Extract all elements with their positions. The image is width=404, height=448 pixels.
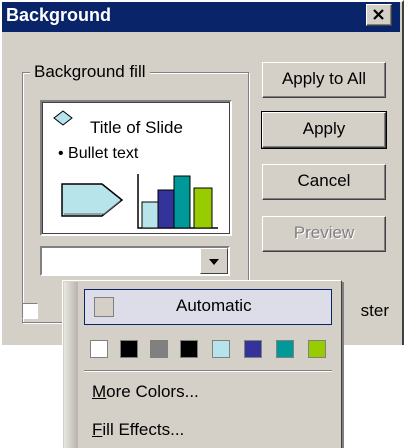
preview-bullet-label: Bullet text (68, 145, 139, 162)
arrow-shape-icon (61, 183, 124, 217)
preview-button[interactable]: Preview (262, 216, 386, 252)
more-colors-accel: M (92, 382, 107, 401)
diamond-icon (53, 110, 73, 126)
omit-master-checkbox[interactable] (22, 303, 38, 319)
fill-effects-item[interactable]: Fill Effects... (92, 420, 184, 440)
menu-separator (84, 370, 332, 372)
color-swatch-lime[interactable] (308, 340, 326, 358)
close-icon (373, 9, 384, 20)
bar-chart-icon (137, 174, 218, 229)
close-button[interactable] (366, 4, 392, 26)
color-swatch-white[interactable] (90, 340, 108, 358)
color-swatch-black-2[interactable] (180, 340, 198, 358)
group-label: Background fill (30, 62, 150, 82)
color-swatch-light-teal[interactable] (212, 340, 230, 358)
more-colors-item[interactable]: More Colors... (92, 382, 199, 402)
preview-title: Title of Slide (90, 118, 183, 137)
dialog-title: Background (6, 5, 112, 25)
color-swatch-black[interactable] (120, 340, 138, 358)
cancel-button[interactable]: Cancel (262, 164, 386, 200)
automatic-label: Automatic (176, 296, 252, 315)
automatic-swatch (94, 297, 114, 317)
combobox-dropdown-button[interactable] (200, 248, 228, 274)
more-colors-label: ore Colors... (106, 382, 199, 401)
preview-bullet-text: • Bullet text (58, 145, 139, 162)
chevron-down-icon (209, 259, 219, 265)
apply-button[interactable]: Apply (261, 111, 387, 149)
checkbox-label: ster (360, 301, 389, 320)
apply-to-all-button[interactable]: Apply to All (262, 62, 386, 98)
color-swatch-teal[interactable] (276, 340, 294, 358)
menu-side-strip (64, 282, 78, 448)
color-swatch-gray[interactable] (150, 340, 168, 358)
color-swatch-blue[interactable] (244, 340, 262, 358)
fill-effects-accel: F (92, 420, 103, 439)
fill-effects-label: ill Effects... (102, 420, 185, 439)
